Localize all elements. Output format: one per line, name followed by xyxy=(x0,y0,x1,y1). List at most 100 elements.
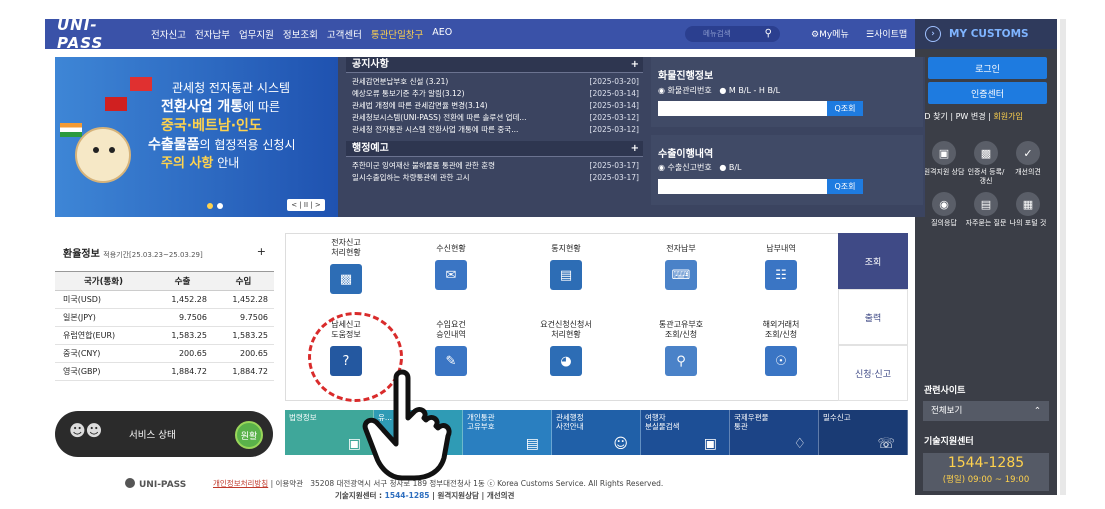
grid-item-notice-status[interactable]: 통지현황 ▤ xyxy=(516,244,616,290)
banner-indicator[interactable] xyxy=(207,203,223,209)
my-customs-header[interactable]: › MY CUSTOMS xyxy=(915,19,1057,49)
cargo-options: ◉ 화물관리번호 ● M B/L - H B/L xyxy=(658,85,780,96)
fx-cell: 1,884.72 xyxy=(151,362,213,381)
qna-shortcut[interactable]: ◉ 질의응답 xyxy=(923,192,965,228)
export-search-button[interactable]: Q조회 xyxy=(827,179,863,194)
notice-item[interactable]: 예상오류 통보기준 추가 알림(3.12) [2025-03-14] xyxy=(346,88,643,100)
notice-text: 관세청 전자통관 시스템 전환사업 개통에 따른 중국... xyxy=(352,125,519,134)
radio-selected-icon[interactable]: ◉ xyxy=(658,163,665,172)
search-icon[interactable]: ⚲ xyxy=(765,26,772,42)
remote-support-shortcut[interactable]: ▣ 원격지원 상담 xyxy=(923,141,965,186)
tab-print[interactable]: 출력 xyxy=(838,289,908,345)
login-button[interactable]: 로그인 xyxy=(928,57,1047,79)
bar-chart-icon: ▩ xyxy=(330,264,362,294)
tab-inquiry[interactable]: 조회 xyxy=(838,233,908,289)
link-label: 관세행정 사전안내 xyxy=(556,413,584,431)
link-pre-guidance[interactable]: 관세행정 사전안내 ☺ xyxy=(552,410,641,455)
fx-title-row: 환율정보 적용기간[25.03.23~25.03.29] xyxy=(63,245,203,260)
unipass-logo[interactable]: UNI-PASS xyxy=(57,16,137,52)
nav-e-payment[interactable]: 전자납부 xyxy=(195,27,230,41)
my-menu-link[interactable]: ⚙My메뉴 xyxy=(811,27,849,40)
notice-board: 공지사항 + 관세감면분납부호 신설 (3.21) [2025-03-20] 예상오… xyxy=(346,57,643,217)
promo-banner[interactable]: 관세청 전자통관 시스템 전환사업 개통에 따른 중국·베트남·인도 수출물품의… xyxy=(55,57,338,217)
notice-text: 예상오류 통보기준 추가 알림(3.12) xyxy=(352,89,465,98)
link-lost-items[interactable]: 여행자 분실물검색 ▣ xyxy=(641,410,730,455)
grid-item-requirement-status[interactable]: 요건신청신청서 처리현황 ◕ xyxy=(516,320,616,376)
remote-support-link[interactable]: 원격지원상담 xyxy=(437,491,478,500)
admin-notice-more-button[interactable]: + xyxy=(631,141,639,156)
link-intl-mail[interactable]: 국제우편물 통관 ♢ xyxy=(730,410,819,455)
service-status-bar: ☻☻ 서비스 상태 원활 xyxy=(55,411,273,457)
fx-period: 적용기간[25.03.23~25.03.29] xyxy=(103,251,203,259)
footer-brand-text: UNI-PASS xyxy=(139,480,187,490)
certificate-shortcut[interactable]: ▩ 인증서 등록/갱신 xyxy=(965,141,1007,186)
join-link[interactable]: 회원가입 xyxy=(993,112,1022,121)
notice-more-button[interactable]: + xyxy=(631,57,639,72)
hero-section: 관세청 전자통관 시스템 전환사업 개통에 따른 중국·베트남·인도 수출물품의… xyxy=(55,57,925,217)
grid-item-e-decl-status[interactable]: 전자신고 처리현황 ▩ xyxy=(296,238,396,294)
cargo-opt1-label[interactable]: 화물관리번호 xyxy=(668,86,712,95)
privacy-policy-link[interactable]: 개인정보처리방침 xyxy=(213,479,268,488)
admin-notice-title[interactable]: 행정예고 xyxy=(352,141,389,156)
notice-item[interactable]: 관세청보시스템(UNI-PASS) 전환에 따른 솔루션 업데... [2025-… xyxy=(346,112,643,124)
grid-item-receipt-status[interactable]: 수신현황 ✉ xyxy=(401,244,501,290)
cargo-number-input[interactable] xyxy=(658,101,828,116)
faq-shortcut[interactable]: ▤ 자주묻는 질문 xyxy=(965,192,1007,228)
link-personal-customs-code[interactable]: 개인통관 고유부호 ▤ xyxy=(463,410,552,455)
menu-search-input[interactable]: 메뉴검색 ⚲ xyxy=(685,26,780,42)
id-find-link[interactable]: ID 찾기 xyxy=(922,112,948,121)
cert-center-button[interactable]: 인증센터 xyxy=(928,82,1047,104)
radio-selected-icon[interactable]: ◉ xyxy=(658,86,665,95)
indicator-dot-active[interactable] xyxy=(207,203,213,209)
nav-customer-center[interactable]: 고객센터 xyxy=(327,27,362,41)
link-smuggling-report[interactable]: 밀수신고 ☏ xyxy=(819,410,908,455)
fx-more-button[interactable]: + xyxy=(257,245,266,258)
fx-cell: 9.7506 xyxy=(151,308,213,327)
radio-icon[interactable]: ● xyxy=(719,163,726,172)
envelope-icon: ✉ xyxy=(435,260,467,290)
related-sites-select[interactable]: 전체보기 ⌃ xyxy=(923,401,1049,421)
notice-item[interactable]: 관세감면분납부호 신설 (3.21) [2025-03-20] xyxy=(346,76,643,88)
quick-icon-label: 원격지원 상담 xyxy=(923,168,965,176)
fx-cell: 200.65 xyxy=(212,344,274,363)
cargo-search-button[interactable]: Q조회 xyxy=(827,101,863,116)
export-opt2-label[interactable]: B/L xyxy=(729,163,742,172)
certificate-icon: ▩ xyxy=(974,141,998,165)
notice-item[interactable]: 관세법 개정에 따른 관세감면율 변경(3.14) [2025-03-14] xyxy=(346,100,643,112)
admin-notice-item[interactable]: 주한미군 잉여재산 불하물품 통관에 관한 훈령 [2025-03-17] xyxy=(346,160,643,172)
notice-date: [2025-03-14] xyxy=(589,101,639,110)
related-select-value: 전체보기 xyxy=(931,406,963,416)
nav-info-inquiry[interactable]: 정보조회 xyxy=(283,27,318,41)
nav-business-support[interactable]: 업무지원 xyxy=(239,27,274,41)
export-opt1-label[interactable]: 수출신고번호 xyxy=(668,163,712,172)
notice-item[interactable]: 관세청 전자통관 시스템 전환사업 개통에 따른 중국... [2025-03-1… xyxy=(346,124,643,136)
admin-notice-item[interactable]: 일시수출입하는 차량통관에 관한 고시 [2025-03-17] xyxy=(346,172,643,184)
pw-change-link[interactable]: PW 변경 xyxy=(956,112,986,121)
quick-icon-label: 나의 포털 것 xyxy=(1009,219,1047,227)
my-portal-shortcut[interactable]: ▦ 나의 포털 것 xyxy=(1007,192,1049,228)
export-number-input[interactable] xyxy=(658,179,828,194)
nav-aeo[interactable]: AEO xyxy=(432,27,452,41)
grid-item-label: 수신현황 xyxy=(436,244,466,253)
indicator-dot[interactable] xyxy=(217,203,223,209)
tab-apply-declare[interactable]: 신청·신고 xyxy=(838,345,908,401)
notice-title[interactable]: 공지사항 xyxy=(352,57,389,72)
radio-icon[interactable]: ● xyxy=(719,86,726,95)
grid-item-payment-history[interactable]: 납부내역 ☷ xyxy=(731,244,831,290)
banner-pager[interactable]: < | II | > xyxy=(287,199,325,211)
chevron-right-icon: › xyxy=(925,26,941,42)
cargo-opt2-label[interactable]: M B/L - H B/L xyxy=(729,86,780,95)
terms-link[interactable]: 이용약관 xyxy=(276,479,304,488)
sitemap-link[interactable]: ☰사이트맵 xyxy=(866,27,907,40)
grid-item-overseas-partner[interactable]: 해외거래처 조회/신청 ☉ xyxy=(731,320,831,376)
grid-item-e-payment[interactable]: 전자납부 ⌨ xyxy=(631,244,731,290)
admin-notice-date: [2025-03-17] xyxy=(589,173,639,182)
nav-e-declaration[interactable]: 전자신고 xyxy=(151,27,186,41)
banner-line4-normal: 의 협정적용 신청시 xyxy=(199,138,296,152)
page-scrollbar[interactable] xyxy=(1060,19,1066,495)
nav-single-window[interactable]: 통관단일창구 xyxy=(371,27,423,41)
feedback-link[interactable]: 개선의견 xyxy=(487,491,515,500)
grid-item-customs-code[interactable]: 통관고유부호 조회/신청 ⚲ xyxy=(631,320,731,376)
feedback-shortcut[interactable]: ✓ 개선의견 xyxy=(1007,141,1049,186)
vietnam-flag-icon xyxy=(105,97,127,111)
